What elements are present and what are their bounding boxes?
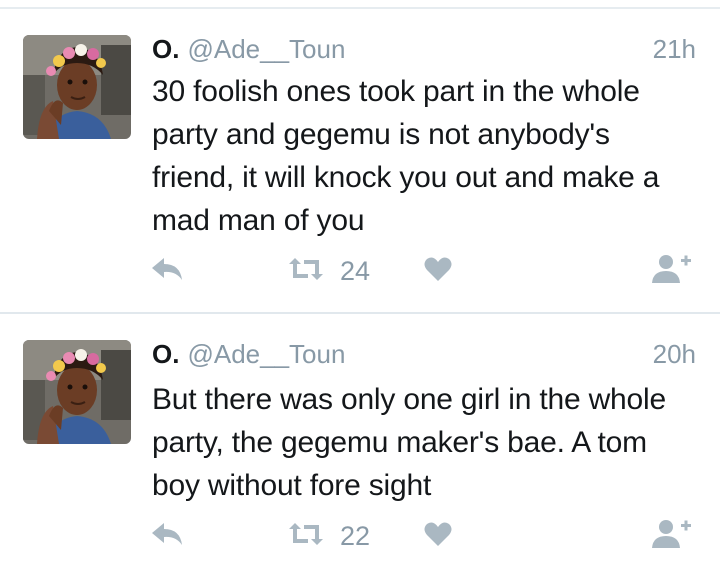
action-bar: 22 xyxy=(0,518,720,554)
timestamp[interactable]: 21h xyxy=(653,31,696,67)
follow-icon xyxy=(650,253,694,290)
author-name[interactable]: O. xyxy=(152,34,179,64)
author-name[interactable]: O. xyxy=(152,339,179,369)
tweet-text: 30 foolish ones took part in the whole p… xyxy=(152,75,660,237)
follow-icon xyxy=(650,518,694,555)
tweet-header: O. @Ade__Toun 20h xyxy=(152,336,696,372)
retweet-icon xyxy=(286,256,326,287)
timestamp[interactable]: 20h xyxy=(653,336,696,372)
tweet[interactable]: O. @Ade__Toun 20h But there was only one … xyxy=(0,314,720,574)
retweet-count: 22 xyxy=(340,520,371,551)
tweet-header: O. @Ade__Toun 21h xyxy=(152,31,696,67)
reply-icon xyxy=(150,256,184,287)
avatar[interactable] xyxy=(23,35,131,139)
follow-button[interactable] xyxy=(650,253,694,289)
like-button[interactable] xyxy=(424,253,452,289)
avatar[interactable] xyxy=(23,340,131,444)
tweet-feed: O. @Ade__Toun 21h 30 foolish ones took pa… xyxy=(0,0,720,574)
retweet-button[interactable]: 24 xyxy=(286,253,370,289)
like-button[interactable] xyxy=(424,518,452,554)
author-handle[interactable]: @Ade__Toun xyxy=(187,339,345,369)
retweet-icon xyxy=(286,521,326,552)
retweet-button[interactable]: 22 xyxy=(286,518,370,554)
tweet-text: But there was only one girl in the whole… xyxy=(152,383,666,502)
author-handle[interactable]: @Ade__Toun xyxy=(187,34,345,64)
heart-icon xyxy=(424,521,452,552)
reply-button[interactable] xyxy=(150,518,184,554)
follow-button[interactable] xyxy=(650,518,694,554)
action-bar: 24 xyxy=(0,253,720,289)
tweet[interactable]: O. @Ade__Toun 21h 30 foolish ones took pa… xyxy=(0,9,720,312)
reply-button[interactable] xyxy=(150,253,184,289)
heart-icon xyxy=(424,256,452,287)
reply-icon xyxy=(150,521,184,552)
retweet-count: 24 xyxy=(340,255,371,286)
